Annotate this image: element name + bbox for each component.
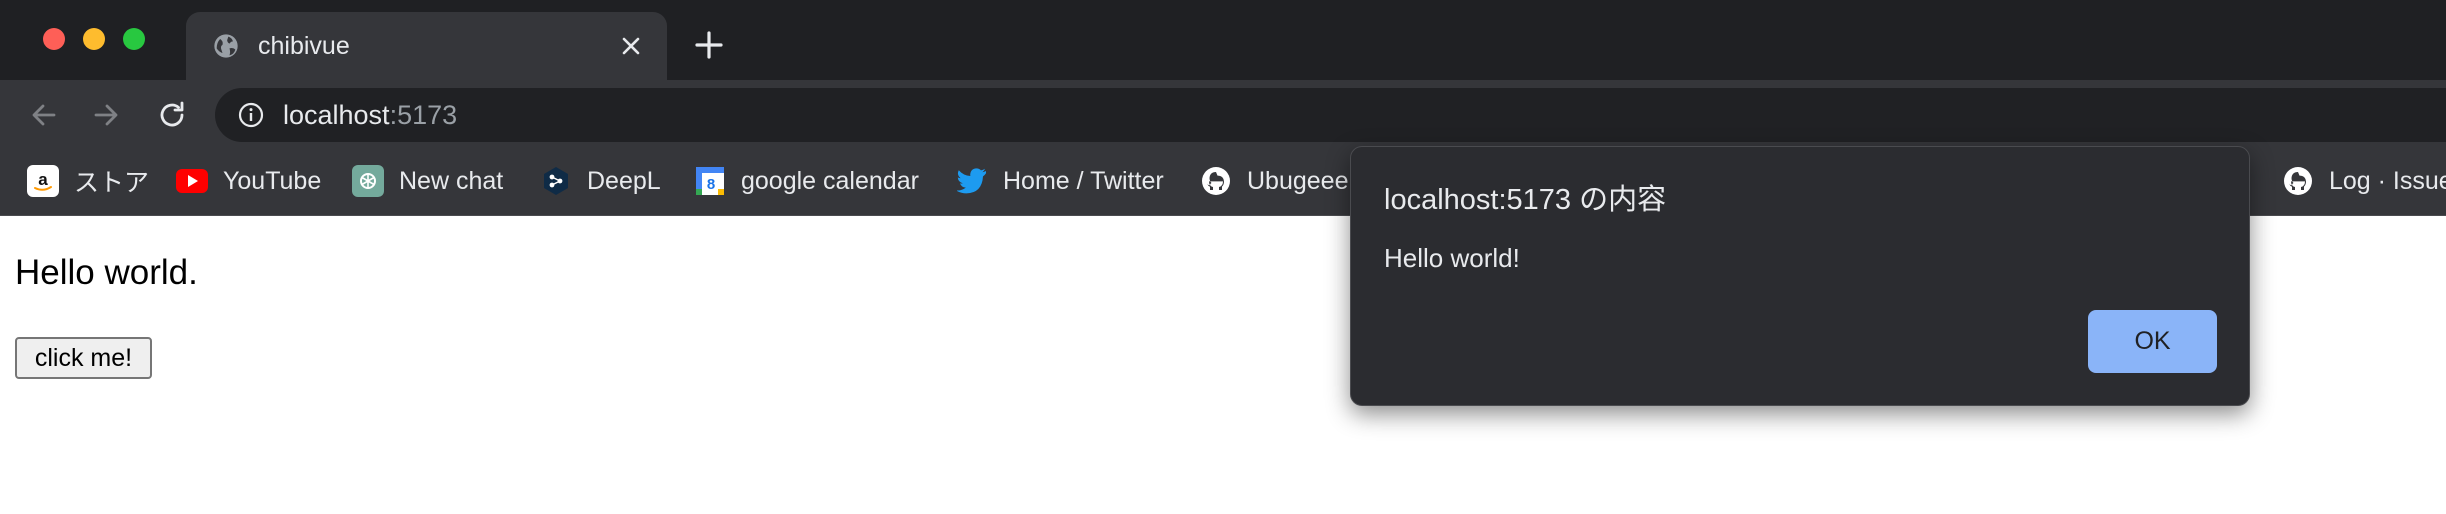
back-arrow-icon[interactable] xyxy=(27,98,61,132)
youtube-icon xyxy=(176,165,208,197)
bookmark-label: DeepL xyxy=(587,166,661,195)
bookmark-label: YouTube xyxy=(223,166,322,195)
svg-text:8: 8 xyxy=(707,176,715,193)
page-heading: Hello world. xyxy=(15,253,198,292)
click-me-button[interactable]: click me! xyxy=(15,337,152,379)
window-minimize-button[interactable] xyxy=(83,28,105,50)
dialog-title: localhost:5173 の内容 xyxy=(1384,184,1667,216)
tab-strip: chibivue xyxy=(0,0,2446,80)
twitter-icon xyxy=(956,165,988,197)
url-host: localhost xyxy=(283,100,390,130)
bookmark-label: google calendar xyxy=(741,166,919,195)
bookmark-amazon[interactable]: a ストア xyxy=(27,164,149,198)
bookmark-label: Ubugeee xyxy=(1247,166,1349,195)
new-tab-button[interactable] xyxy=(693,29,725,61)
bookmark-new-chat[interactable]: New chat xyxy=(352,164,503,198)
window-close-button[interactable] xyxy=(43,28,65,50)
google-calendar-icon: 8 xyxy=(694,165,726,197)
url-text[interactable]: localhost:5173 xyxy=(283,100,457,130)
tab-title: chibivue xyxy=(258,32,350,60)
dialog-message: Hello world! xyxy=(1384,243,1520,273)
bookmark-log-issue[interactable]: Log · Issue xyxy=(2282,164,2446,198)
toolbar: localhost:5173 xyxy=(0,80,2446,150)
bookmark-google-calendar[interactable]: 8 google calendar xyxy=(694,164,919,198)
bookmark-ubugeee[interactable]: Ubugeee xyxy=(1200,164,1348,198)
github-icon xyxy=(2282,165,2314,197)
globe-icon xyxy=(214,34,238,58)
amazon-icon: a xyxy=(27,165,59,197)
close-icon[interactable] xyxy=(615,30,647,62)
url-port: :5173 xyxy=(389,100,458,130)
alert-dialog: localhost:5173 の内容 Hello world! OK xyxy=(1350,146,2250,406)
info-icon[interactable] xyxy=(237,101,265,129)
bookmark-label: ストア xyxy=(74,169,150,197)
forward-arrow-icon[interactable] xyxy=(89,98,123,132)
bookmark-youtube[interactable]: YouTube xyxy=(176,164,321,198)
reload-icon[interactable] xyxy=(155,98,189,132)
ok-button[interactable]: OK xyxy=(2088,310,2217,373)
bookmark-deepl[interactable]: DeepL xyxy=(540,164,661,198)
bookmark-twitter[interactable]: Home / Twitter xyxy=(956,164,1164,198)
bookmark-label: Log · Issue xyxy=(2329,166,2446,195)
tab-chibivue[interactable]: chibivue xyxy=(186,12,667,80)
address-bar[interactable]: localhost:5173 xyxy=(215,88,2446,142)
chatgpt-icon xyxy=(352,165,384,197)
svg-text:a: a xyxy=(38,170,48,189)
github-icon xyxy=(1200,165,1232,197)
window-maximize-button[interactable] xyxy=(123,28,145,50)
deepl-icon xyxy=(540,165,572,197)
bookmark-label: New chat xyxy=(399,166,504,195)
bookmark-label: Home / Twitter xyxy=(1003,166,1164,195)
